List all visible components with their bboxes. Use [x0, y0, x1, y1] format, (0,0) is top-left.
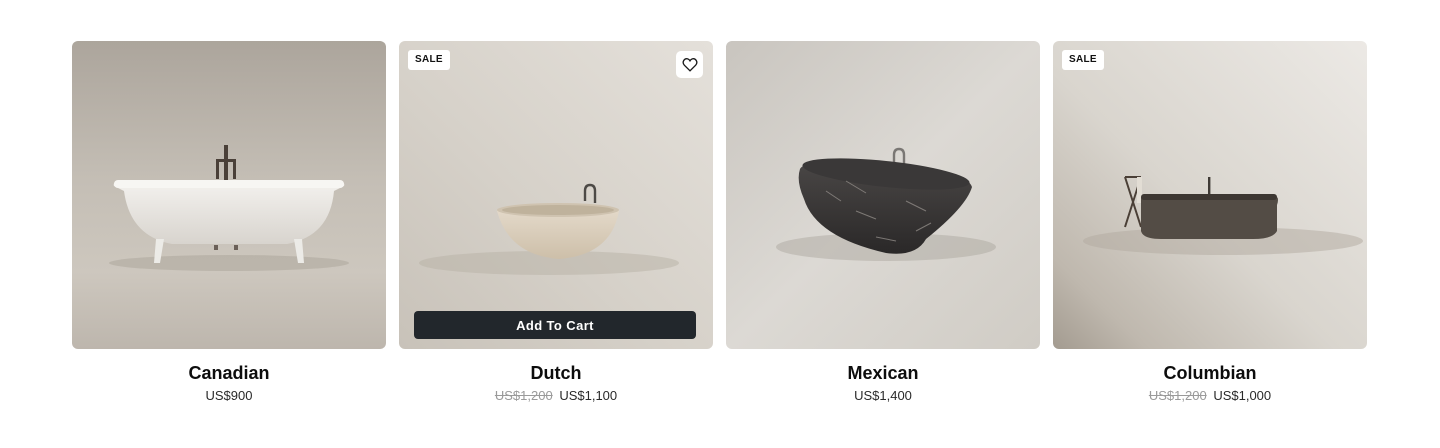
product-card-canadian[interactable]: Canadian US$900	[72, 41, 386, 405]
product-price: US$1,000	[1213, 388, 1272, 403]
compare-at-price: US$1,200	[494, 388, 553, 403]
heart-icon	[681, 58, 698, 72]
product-card-dutch[interactable]: SALE Add To Cart Dutch US$1,200 US$1,100	[399, 41, 713, 405]
product-price: US$1,400	[854, 388, 912, 403]
product-image[interactable]: SALE Add To Cart	[399, 41, 713, 349]
product-image[interactable]	[72, 41, 386, 349]
stone-bathtub-image	[1053, 41, 1367, 349]
compare-at-price: US$1,200	[1148, 388, 1207, 403]
product-image[interactable]	[726, 41, 1040, 349]
product-price: US$900	[205, 388, 253, 403]
product-name[interactable]: Columbian	[1164, 362, 1257, 384]
bowl-bathtub-image	[399, 41, 713, 349]
wishlist-button[interactable]	[676, 51, 703, 78]
add-to-cart-button[interactable]: Add To Cart	[414, 311, 696, 339]
product-grid: Canadian US$900 SALE Add To Cart Dutch U…	[72, 41, 1368, 405]
sale-badge: SALE	[408, 50, 450, 70]
clawfoot-bathtub-image	[72, 41, 386, 349]
marble-bathtub-image	[726, 41, 1040, 349]
product-price-row: US$1,200 US$1,100	[495, 387, 617, 405]
product-card-mexican[interactable]: Mexican US$1,400	[726, 41, 1040, 405]
product-card-columbian[interactable]: SALE Columbian US$1,200 US$1,000	[1053, 41, 1367, 405]
product-name[interactable]: Dutch	[531, 362, 582, 384]
sale-badge: SALE	[1062, 50, 1104, 70]
product-price-row: US$1,400	[854, 387, 912, 405]
product-price-row: US$1,200 US$1,000	[1149, 387, 1271, 405]
product-image[interactable]: SALE	[1053, 41, 1367, 349]
product-price-row: US$900	[206, 387, 253, 405]
product-price: US$1,100	[559, 388, 618, 403]
product-name[interactable]: Canadian	[188, 362, 269, 384]
product-name[interactable]: Mexican	[847, 362, 918, 384]
